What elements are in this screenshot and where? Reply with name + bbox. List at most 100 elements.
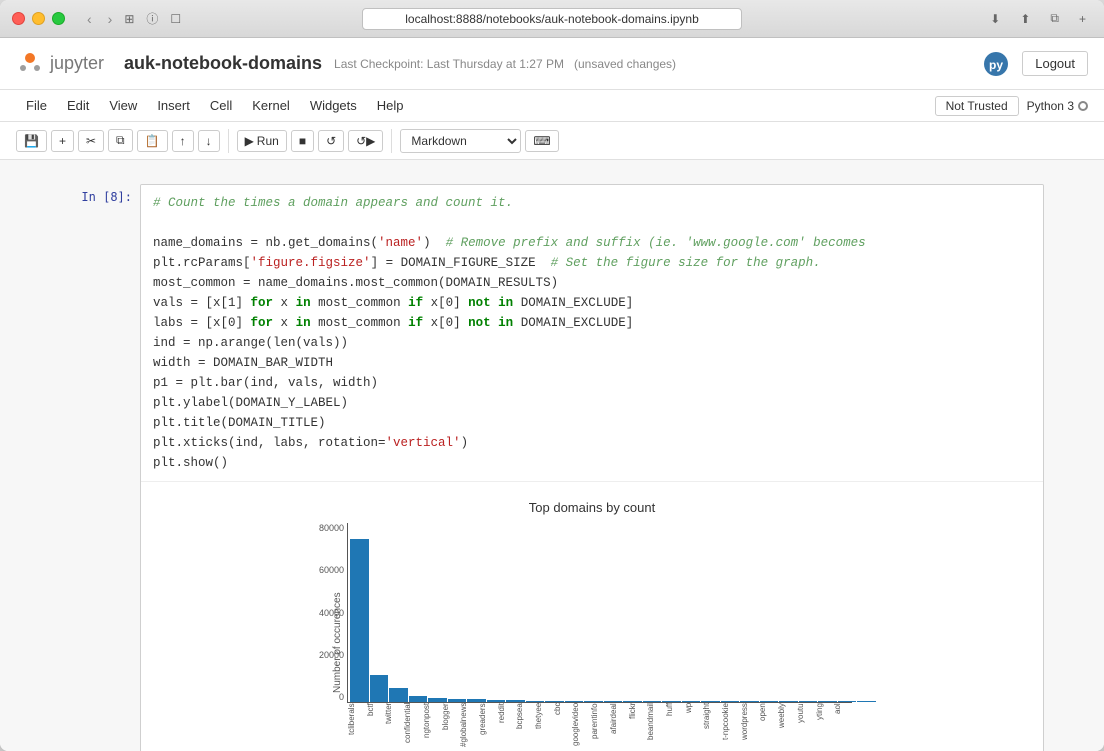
jupyter-header: jupyter auk-notebook-domains Last Checkp… bbox=[0, 38, 1104, 90]
bar bbox=[604, 701, 623, 702]
run-icon: ▶ bbox=[245, 134, 254, 148]
menu-kernel[interactable]: Kernel bbox=[242, 94, 300, 117]
jupyter-logo-icon bbox=[16, 50, 44, 78]
menu-bar-right: Not Trusted Python 3 bbox=[935, 96, 1088, 116]
x-label: wp bbox=[684, 703, 703, 751]
x-label: reddit bbox=[497, 703, 516, 751]
bar bbox=[545, 701, 564, 702]
save-button[interactable]: 💾 bbox=[16, 130, 47, 152]
not-trusted-button[interactable]: Not Trusted bbox=[935, 96, 1019, 116]
bar bbox=[487, 700, 506, 702]
jupyter-wordmark: jupyter bbox=[50, 53, 104, 74]
tab-overview-button[interactable]: ⊞ bbox=[118, 10, 140, 28]
back-button[interactable]: ‹ bbox=[81, 9, 98, 29]
kernel-indicator bbox=[1078, 101, 1088, 111]
kernel-info: Python 3 bbox=[1027, 99, 1088, 113]
x-labels-container: tcliberalsbctftwitterconfidentialngtonpo… bbox=[347, 703, 852, 751]
bar bbox=[818, 701, 837, 702]
x-label: weebly bbox=[777, 703, 796, 751]
bar bbox=[857, 701, 876, 702]
cell-prompt: In [8]: bbox=[60, 184, 140, 751]
menu-cell[interactable]: Cell bbox=[200, 94, 242, 117]
x-label: ngtonpost bbox=[422, 703, 441, 751]
bar bbox=[838, 701, 857, 702]
add-tab-button[interactable]: + bbox=[1073, 9, 1092, 28]
toolbar-separator-2 bbox=[391, 129, 392, 153]
nav-buttons: ‹ › bbox=[81, 9, 118, 29]
bookmark-button[interactable]: ☐ bbox=[164, 10, 187, 28]
x-label: beandmail bbox=[646, 703, 665, 751]
menu-view[interactable]: View bbox=[99, 94, 147, 117]
close-button[interactable] bbox=[12, 12, 25, 25]
checkpoint-info: Last Checkpoint: Last Thursday at 1:27 P… bbox=[334, 57, 676, 71]
bar bbox=[565, 701, 584, 702]
bar bbox=[467, 699, 486, 702]
x-label: bcpsea bbox=[515, 703, 534, 751]
toolbar: 💾 + ✂ ⧉ 📋 ↑ ↓ ▶ Run ■ ↺ ↺▶ Markdown Code… bbox=[0, 122, 1104, 160]
run-label: Run bbox=[257, 134, 279, 148]
info-button[interactable]: ⓘ bbox=[140, 8, 164, 29]
bar bbox=[701, 701, 720, 702]
address-bar[interactable]: localhost:8888/notebooks/auk-notebook-do… bbox=[362, 8, 742, 30]
x-label: thetyee bbox=[534, 703, 553, 751]
x-label: huff bbox=[665, 703, 684, 751]
chart-title: Top domains by count bbox=[529, 500, 655, 515]
cell-type-select[interactable]: Markdown Code Raw NBConvert bbox=[400, 129, 521, 153]
keyboard-shortcuts-button[interactable]: ⌨ bbox=[525, 130, 558, 152]
x-label: wordpress bbox=[740, 703, 759, 751]
menu-widgets[interactable]: Widgets bbox=[300, 94, 367, 117]
cut-button[interactable]: ✂ bbox=[78, 130, 104, 152]
notebook-content[interactable]: In [8]: # Count the times a domain appea… bbox=[0, 160, 1104, 751]
window-controls bbox=[12, 12, 65, 25]
bar bbox=[643, 701, 662, 702]
x-label: flickr bbox=[628, 703, 647, 751]
x-label: #globalnews bbox=[459, 703, 478, 751]
paste-button[interactable]: 📋 bbox=[137, 130, 168, 152]
x-label: t-npcookie bbox=[721, 703, 740, 751]
menu-edit[interactable]: Edit bbox=[57, 94, 99, 117]
x-label: yting bbox=[815, 703, 834, 751]
logout-button[interactable]: Logout bbox=[1022, 51, 1088, 76]
x-label: parentinfo bbox=[590, 703, 609, 751]
menu-insert[interactable]: Insert bbox=[147, 94, 200, 117]
bar bbox=[389, 688, 408, 702]
forward-button[interactable]: › bbox=[102, 9, 119, 29]
new-tab-button[interactable]: ⧉ bbox=[1044, 9, 1065, 28]
run-button[interactable]: ▶ Run bbox=[237, 130, 287, 152]
cell-content: # Count the times a domain appears and c… bbox=[140, 184, 1044, 751]
y-axis-label: Number of occurences bbox=[332, 523, 343, 751]
bar bbox=[526, 701, 545, 702]
x-label: googlevideo bbox=[571, 703, 590, 751]
bar bbox=[799, 701, 818, 702]
x-label: greaders bbox=[478, 703, 497, 751]
menu-file[interactable]: File bbox=[16, 94, 57, 117]
bar bbox=[584, 701, 603, 702]
jupyter-header-right: py Logout bbox=[982, 50, 1088, 78]
move-up-button[interactable]: ↑ bbox=[172, 130, 194, 152]
x-label: confidential bbox=[403, 703, 422, 751]
bar bbox=[448, 699, 467, 702]
toolbar-separator bbox=[228, 129, 229, 153]
share-button[interactable]: ⬆ bbox=[1014, 9, 1036, 28]
x-label: straight bbox=[702, 703, 721, 751]
stop-button[interactable]: ■ bbox=[291, 130, 314, 152]
restart-run-button[interactable]: ↺▶ bbox=[348, 130, 383, 152]
menu-help[interactable]: Help bbox=[367, 94, 414, 117]
x-label: aol bbox=[833, 703, 852, 751]
python-icon: py bbox=[982, 50, 1010, 78]
move-down-button[interactable]: ↓ bbox=[198, 130, 220, 152]
browser-window: ‹ › ⊞ ⓘ ☐ localhost:8888/notebooks/auk-n… bbox=[0, 0, 1104, 751]
bar bbox=[428, 698, 447, 702]
insert-cell-button[interactable]: + bbox=[51, 130, 74, 152]
download-button[interactable]: ⬇ bbox=[984, 9, 1006, 28]
x-label: twitter bbox=[384, 703, 403, 751]
kernel-name: Python 3 bbox=[1027, 99, 1074, 113]
maximize-button[interactable] bbox=[52, 12, 65, 25]
cell-input[interactable]: # Count the times a domain appears and c… bbox=[141, 185, 1043, 481]
x-label: afairdeal bbox=[609, 703, 628, 751]
minimize-button[interactable] bbox=[32, 12, 45, 25]
restart-button[interactable]: ↺ bbox=[318, 130, 344, 152]
x-label: bctf bbox=[366, 703, 385, 751]
notebook-title[interactable]: auk-notebook-domains bbox=[124, 53, 322, 74]
copy-button[interactable]: ⧉ bbox=[108, 129, 133, 152]
